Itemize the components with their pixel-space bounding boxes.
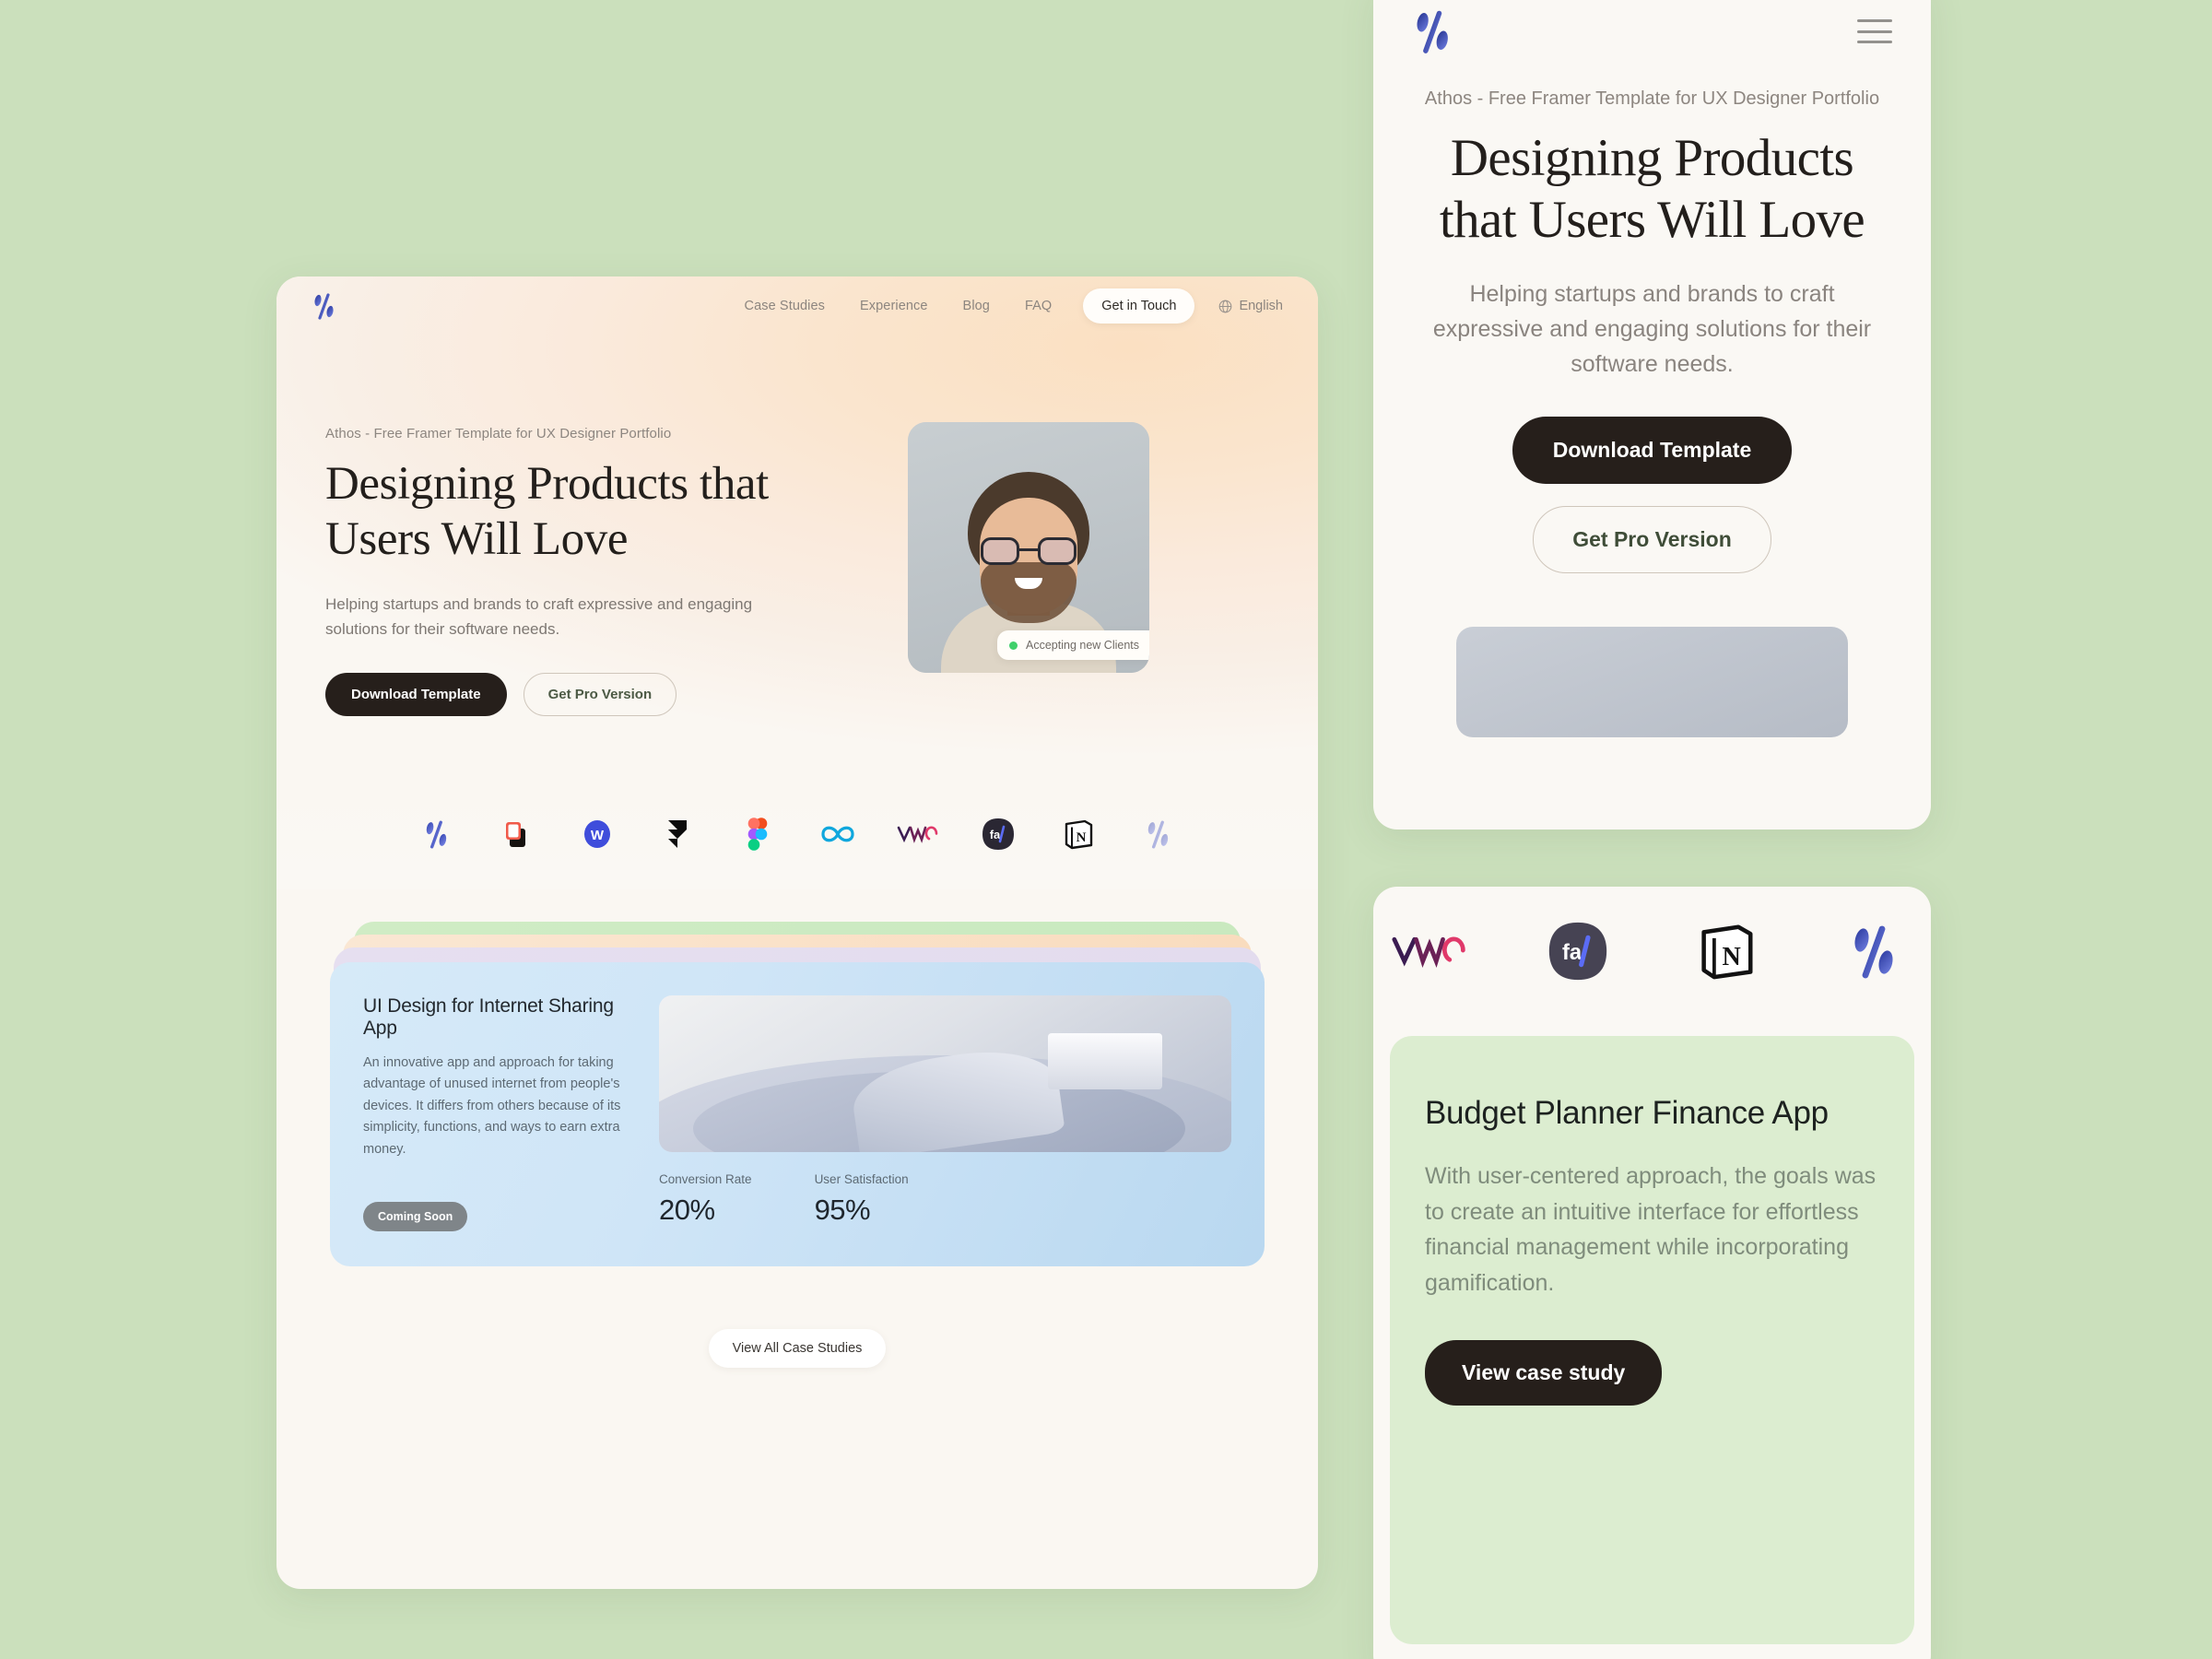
mobile-get-pro-version-button[interactable]: Get Pro Version	[1533, 506, 1771, 574]
hero-content: Athos - Free Framer Template for UX Desi…	[276, 276, 1318, 779]
case-media-column: Conversion Rate 20% User Satisfaction 95…	[659, 995, 1231, 1266]
mobile-hero-subtitle: Helping startups and brands to craft exp…	[1432, 281, 1872, 378]
mobile-preview-panel-top: Athos - Free Framer Template for UX Desi…	[1373, 0, 1931, 830]
get-pro-version-button[interactable]: Get Pro Version	[523, 673, 677, 716]
hero-heading-line-1: Designing Products that	[325, 458, 769, 510]
figma-logo-icon	[731, 807, 784, 861]
stat-label: Conversion Rate	[659, 1172, 752, 1186]
webflow-logo-icon: W	[571, 807, 624, 861]
hero-button-group: Download Template Get Pro Version	[325, 673, 878, 716]
burger-bar	[1857, 41, 1892, 43]
athos-logo-icon	[1835, 912, 1914, 991]
case-studies-section: UI Design for Internet Sharing App An in…	[276, 922, 1318, 1368]
framer-logo-icon	[651, 807, 704, 861]
mobile-image-peek	[1456, 627, 1848, 738]
view-case-study-button[interactable]: View case study	[1425, 1339, 1663, 1406]
case-card-stack: UI Design for Internet Sharing App An in…	[330, 922, 1265, 1309]
hero-text-column: Athos - Free Framer Template for UX Desi…	[325, 417, 878, 779]
case-title: UI Design for Internet Sharing App	[363, 995, 614, 1039]
avatar-lens-left	[981, 537, 1019, 566]
hero-section: Case Studies Experience Blog FAQ Get in …	[276, 276, 1318, 779]
mobile-page-title: Designing Products that Users Will Love	[1412, 127, 1892, 252]
stat-value: 20%	[659, 1194, 715, 1226]
case-stats: Conversion Rate 20% User Satisfaction 95…	[659, 1172, 1231, 1227]
case-card-front[interactable]: UI Design for Internet Sharing App An in…	[330, 962, 1265, 1266]
mobile-partner-logo-strip: fa N	[1373, 887, 1931, 1016]
mobile-case-title: Budget Planner Finance App	[1425, 1095, 1829, 1131]
coming-soon-badge[interactable]: Coming Soon	[363, 1202, 468, 1231]
case-thumbnail	[659, 995, 1231, 1152]
partner-logo-squares-icon	[490, 807, 544, 861]
mobile-navigation	[1373, 0, 1931, 87]
download-template-button[interactable]: Download Template	[325, 673, 507, 716]
mobile-heading-line-1: Designing Products	[1450, 128, 1854, 187]
vwo-logo-icon	[1390, 912, 1469, 991]
svg-text:W: W	[590, 828, 604, 843]
view-all-case-studies-button[interactable]: View All Case Studies	[708, 1329, 887, 1368]
stat-label: User Satisfaction	[814, 1172, 909, 1186]
avatar-glasses-bridge	[1019, 548, 1038, 552]
notion-logo-icon: N	[1052, 807, 1105, 861]
status-badge: Accepting new Clients	[997, 630, 1149, 660]
avatar-lens-right	[1038, 537, 1077, 566]
fathom-logo-icon: fa	[1538, 912, 1618, 991]
status-dot-icon	[1009, 641, 1018, 650]
infinity-logo-icon	[811, 807, 865, 861]
mobile-preview-panel-bottom: fa N Budget Planner Finance App With use…	[1373, 887, 1931, 1659]
mobile-download-template-button[interactable]: Download Template	[1512, 417, 1793, 485]
athos-logo-icon[interactable]	[1412, 7, 1454, 55]
fathom-logo-icon: fa	[971, 807, 1025, 861]
stat-user-satisfaction: User Satisfaction 95%	[815, 1172, 909, 1227]
athos-logo-icon	[1132, 807, 1185, 861]
burger-bar	[1857, 19, 1892, 22]
svg-text:N: N	[1722, 943, 1740, 971]
mobile-case-description: With user-centered approach, the goals w…	[1425, 1162, 1877, 1297]
mobile-hero: Athos - Free Framer Template for UX Desi…	[1373, 87, 1931, 738]
partner-logo-track: W fa N	[410, 807, 1185, 861]
view-all-wrapper: View All Case Studies	[330, 1329, 1265, 1368]
hero-subtitle: Helping startups and brands to craft exp…	[325, 595, 753, 638]
profile-photo: Accepting new Clients	[908, 422, 1149, 673]
notion-logo-icon: N	[1687, 912, 1766, 991]
svg-text:fa: fa	[989, 828, 1000, 841]
mobile-heading-line-2: that Users Will Love	[1439, 190, 1865, 249]
mobile-hero-eyebrow: Athos - Free Framer Template for UX Desi…	[1424, 88, 1880, 109]
mobile-case-card[interactable]: Budget Planner Finance App With user-cen…	[1390, 1036, 1914, 1644]
stat-value: 95%	[814, 1194, 871, 1226]
screenshot-stage: Case Studies Experience Blog FAQ Get in …	[0, 0, 2212, 1659]
avatar-glasses	[981, 537, 1077, 566]
athos-logo-icon	[410, 807, 464, 861]
hero-eyebrow: Athos - Free Framer Template for UX Desi…	[325, 426, 672, 441]
svg-text:fa: fa	[1562, 940, 1583, 965]
case-description: An innovative app and approach for takin…	[363, 1055, 621, 1157]
burger-bar	[1857, 29, 1892, 33]
partner-logo-strip: W fa N	[276, 779, 1318, 889]
thumb-shape-box	[1048, 1032, 1163, 1089]
stat-conversion-rate: Conversion Rate 20%	[659, 1172, 752, 1227]
vwo-logo-icon	[891, 807, 945, 861]
status-badge-label: Accepting new Clients	[1026, 639, 1139, 652]
hero-heading-line-2: Users Will Love	[325, 512, 629, 565]
page-title: Designing Products that Users Will Love	[325, 457, 878, 567]
svg-text:N: N	[1076, 830, 1086, 845]
hamburger-menu-icon[interactable]	[1857, 19, 1892, 43]
desktop-preview-panel: Case Studies Experience Blog FAQ Get in …	[276, 276, 1318, 1589]
